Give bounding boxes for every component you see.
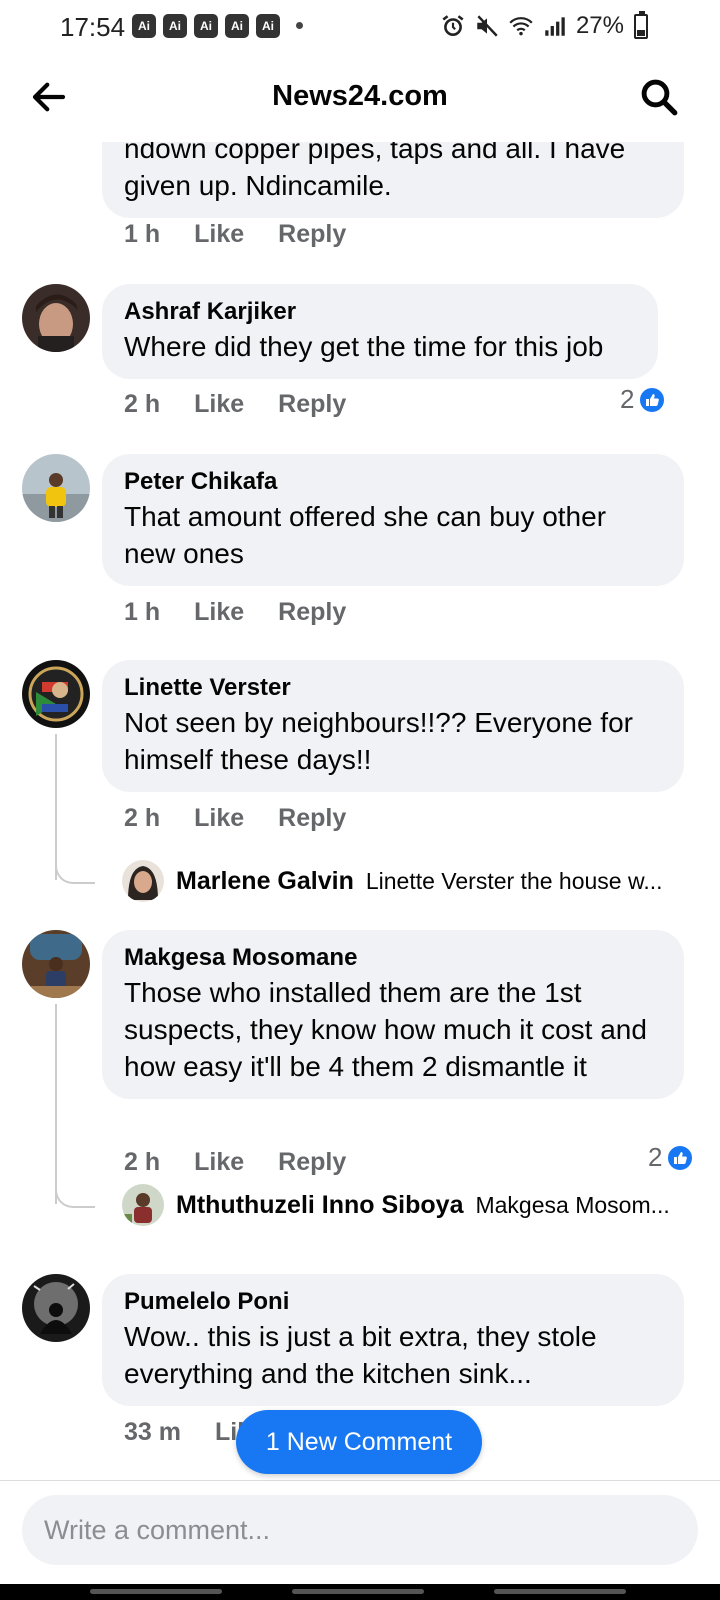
reply-button[interactable]: Reply <box>278 1148 346 1177</box>
comment-author[interactable]: Linette Verster <box>124 672 664 704</box>
ai-notification-icon: Ai <box>194 14 218 38</box>
status-time: 17:54 <box>60 12 126 42</box>
reply-text: Makgesa Mosom... <box>475 1191 670 1218</box>
thumbs-up-icon <box>666 1143 695 1172</box>
nav-handle <box>90 1589 222 1594</box>
comment-actions: 1 h Like Reply <box>124 220 346 249</box>
reply-preview[interactable]: Marlene Galvin Linette Verster the house… <box>122 860 692 902</box>
nav-handle <box>292 1589 424 1594</box>
like-button[interactable]: Like <box>194 220 244 249</box>
reply-author: Mthuthuzeli Inno Siboya <box>176 1190 464 1219</box>
comment-text-line: ndown copper pipes, taps and all. I have <box>124 142 626 164</box>
alarm-icon <box>442 15 464 36</box>
comment-actions: 2 h Like Reply <box>124 1148 346 1177</box>
comment-bubble[interactable]: Pumelelo Poni Wow.. this is just a bit e… <box>102 1274 684 1406</box>
like-button[interactable]: Like <box>194 1148 244 1177</box>
more-notifications-dot <box>296 22 303 29</box>
new-comment-button[interactable]: 1 New Comment <box>236 1410 482 1474</box>
comment-bubble[interactable]: Peter Chikafa That amount offered she ca… <box>102 454 684 586</box>
ai-notification-icon: Ai <box>225 14 249 38</box>
comment-author[interactable]: Pumelelo Poni <box>124 1286 664 1318</box>
comment-time: 1 h <box>124 220 161 248</box>
thread-connector <box>55 862 95 884</box>
avatar[interactable] <box>22 1274 90 1342</box>
comment-actions: 2 h Like Reply <box>124 804 346 833</box>
like-button[interactable]: Like <box>194 804 244 833</box>
system-nav-bar <box>0 1584 720 1600</box>
comment-text-line: given up. Ndincamile. <box>124 170 392 201</box>
comment-composer <box>0 1480 720 1584</box>
comment-actions: 1 h Like Reply <box>124 598 346 627</box>
signal-icon <box>545 17 565 36</box>
avatar[interactable] <box>22 930 90 998</box>
avatar <box>122 1184 164 1226</box>
app-header: News24.com <box>0 54 720 142</box>
battery-percent: 27% <box>575 12 624 39</box>
comment-time: 33 m <box>124 1418 181 1446</box>
reaction-count: 2 <box>620 384 635 414</box>
comment-author[interactable]: Makgesa Mosomane <box>124 942 664 974</box>
reaction-summary[interactable]: 2 <box>620 384 667 415</box>
comment-actions: 2 h Like Reply <box>124 390 346 419</box>
search-icon[interactable] <box>638 76 680 118</box>
comment-author[interactable]: Ashraf Karjiker <box>124 296 638 328</box>
wifi-icon <box>509 17 533 36</box>
nav-handle <box>494 1589 626 1594</box>
comments-list[interactable]: ndown copper pipes, taps and all. I have… <box>0 142 720 1480</box>
status-bar: 17:54 Ai Ai Ai Ai Ai 27% <box>0 0 720 54</box>
reply-text: Linette Verster the house w... <box>365 867 663 894</box>
reply-preview[interactable]: Mthuthuzeli Inno Siboya Makgesa Mosom... <box>122 1184 692 1226</box>
avatar[interactable] <box>22 284 90 352</box>
comment-text: Wow.. this is just a bit extra, they sto… <box>124 1321 597 1389</box>
reaction-summary[interactable]: 2 <box>648 1142 695 1173</box>
like-button[interactable]: Like <box>194 390 244 419</box>
comment-time: 2 h <box>124 1148 161 1176</box>
reply-button[interactable]: Reply <box>278 804 346 833</box>
avatar <box>122 860 164 902</box>
thread-line <box>55 1004 57 1204</box>
reaction-count: 2 <box>648 1142 663 1172</box>
page-title: News24.com <box>272 80 448 112</box>
ai-notification-icon: Ai <box>132 14 156 38</box>
comment-text: Where did they get the time for this job <box>124 331 604 362</box>
comment-text: Those who installed them are the 1st sus… <box>124 977 647 1082</box>
comment-time: 2 h <box>124 390 161 418</box>
comment-bubble[interactable]: Makgesa Mosomane Those who installed the… <box>102 930 684 1099</box>
avatar[interactable] <box>22 660 90 728</box>
reply-author: Marlene Galvin <box>176 866 354 895</box>
comment-bubble[interactable]: ndown copper pipes, taps and all. I have… <box>102 142 684 218</box>
battery-icon <box>634 11 648 39</box>
comment-author[interactable]: Peter Chikafa <box>124 466 664 498</box>
comment-time: 1 h <box>124 598 161 626</box>
mute-icon <box>477 15 498 37</box>
comment-bubble[interactable]: Linette Verster Not seen by neighbours!!… <box>102 660 684 792</box>
comment-time: 2 h <box>124 804 161 832</box>
reply-button[interactable]: Reply <box>278 598 346 627</box>
status-icons: 27% <box>440 12 624 40</box>
notification-icons: Ai Ai Ai Ai Ai <box>132 14 280 38</box>
avatar[interactable] <box>22 454 90 522</box>
comment-text: Not seen by neighbours!!?? Everyone for … <box>124 707 633 775</box>
thumbs-up-icon <box>638 385 667 414</box>
comment-input[interactable] <box>22 1495 698 1565</box>
comment-text: ndown copper pipes, taps and all. I have… <box>124 142 664 204</box>
ai-notification-icon: Ai <box>163 14 187 38</box>
ai-notification-icon: Ai <box>256 14 280 38</box>
thread-connector <box>55 1186 95 1208</box>
thread-line <box>55 734 57 880</box>
like-button[interactable]: Like <box>194 598 244 627</box>
reply-button[interactable]: Reply <box>278 220 346 249</box>
comment-text: That amount offered she can buy other ne… <box>124 501 607 569</box>
comment-bubble[interactable]: Ashraf Karjiker Where did they get the t… <box>102 284 658 379</box>
reply-button[interactable]: Reply <box>278 390 346 419</box>
